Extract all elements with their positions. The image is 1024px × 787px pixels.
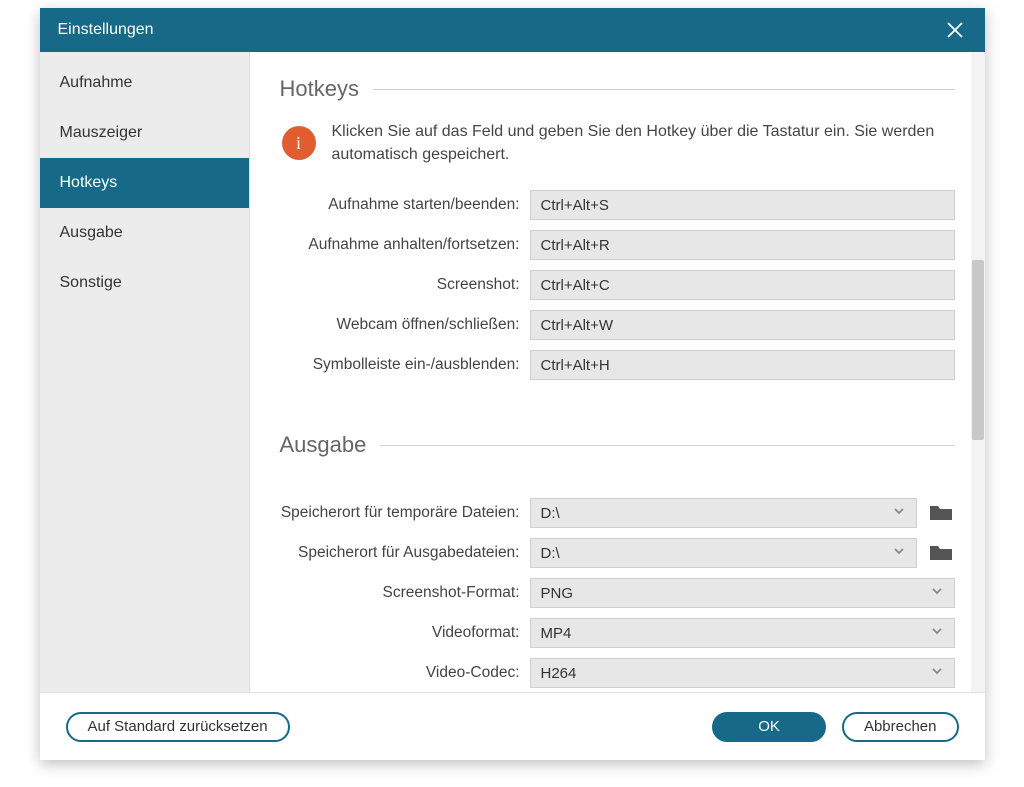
hotkey-label: Aufnahme anhalten/fortsetzen:: [280, 236, 530, 254]
section-heading: Ausgabe: [280, 432, 381, 458]
output-row: Videoformat: MP4: [280, 618, 955, 648]
output-label: Speicherort für temporäre Dateien:: [280, 504, 530, 522]
content-pane: Hotkeys i Klicken Sie auf das Feld und g…: [250, 52, 985, 692]
sidebar-item-hotkeys[interactable]: Hotkeys: [40, 158, 249, 208]
output-label: Video-Codec:: [280, 664, 530, 682]
browse-output-folder-button[interactable]: [927, 541, 955, 565]
section-title-ausgabe: Ausgabe: [280, 432, 955, 458]
select-value: D:\: [541, 505, 560, 522]
output-row: Speicherort für Ausgabedateien: D:\: [280, 538, 955, 568]
output-label: Screenshot-Format:: [280, 584, 530, 602]
hotkey-label: Screenshot:: [280, 276, 530, 294]
close-button[interactable]: [943, 18, 967, 42]
scrollbar-thumb[interactable]: [972, 260, 984, 440]
info-icon: i: [282, 126, 316, 160]
folder-icon: [930, 504, 952, 522]
scrollbar-track[interactable]: [971, 52, 985, 692]
hotkey-input-start[interactable]: Ctrl+Alt+S: [530, 190, 955, 220]
hotkey-row: Webcam öffnen/schließen: Ctrl+Alt+W: [280, 310, 955, 340]
settings-dialog: Einstellungen Aufnahme Mauszeiger Hotkey…: [40, 8, 985, 760]
sidebar-item-sonstige[interactable]: Sonstige: [40, 258, 249, 308]
section-rule: [373, 89, 955, 90]
section-rule: [380, 445, 954, 446]
hotkey-label: Aufnahme starten/beenden:: [280, 196, 530, 214]
dialog-body: Aufnahme Mauszeiger Hotkeys Ausgabe Sons…: [40, 52, 985, 692]
output-row: Video-Codec: H264: [280, 658, 955, 688]
output-row: Screenshot-Format: PNG: [280, 578, 955, 608]
footer: Auf Standard zurücksetzen OK Abbrechen: [40, 692, 985, 760]
hotkey-input-pause[interactable]: Ctrl+Alt+R: [530, 230, 955, 260]
chevron-down-icon: [930, 624, 944, 642]
select-value: D:\: [541, 545, 560, 562]
output-label: Speicherort für Ausgabedateien:: [280, 544, 530, 562]
select-value: H264: [541, 665, 577, 682]
video-codec-select[interactable]: H264: [530, 658, 955, 688]
output-row: Speicherort für temporäre Dateien: D:\: [280, 498, 955, 528]
sidebar-item-mauszeiger[interactable]: Mauszeiger: [40, 108, 249, 158]
section-heading: Hotkeys: [280, 76, 373, 102]
titlebar: Einstellungen: [40, 8, 985, 52]
hotkey-row: Aufnahme anhalten/fortsetzen: Ctrl+Alt+R: [280, 230, 955, 260]
output-label: Videoformat:: [280, 624, 530, 642]
select-value: MP4: [541, 625, 572, 642]
hotkey-input-toolbar[interactable]: Ctrl+Alt+H: [530, 350, 955, 380]
folder-icon: [930, 544, 952, 562]
chevron-down-icon: [892, 544, 906, 562]
sidebar-item-aufnahme[interactable]: Aufnahme: [40, 58, 249, 108]
hotkey-label: Symbolleiste ein-/ausblenden:: [280, 356, 530, 374]
browse-temp-folder-button[interactable]: [927, 501, 955, 525]
hotkey-row: Symbolleiste ein-/ausblenden: Ctrl+Alt+H: [280, 350, 955, 380]
dialog-title: Einstellungen: [58, 21, 154, 39]
video-format-select[interactable]: MP4: [530, 618, 955, 648]
info-text: Klicken Sie auf das Feld und geben Sie d…: [332, 120, 955, 166]
info-row: i Klicken Sie auf das Feld und geben Sie…: [280, 120, 955, 166]
close-icon: [946, 21, 964, 39]
chevron-down-icon: [930, 584, 944, 602]
hotkey-row: Screenshot: Ctrl+Alt+C: [280, 270, 955, 300]
select-value: PNG: [541, 585, 574, 602]
ok-button[interactable]: OK: [712, 712, 826, 742]
sidebar-item-ausgabe[interactable]: Ausgabe: [40, 208, 249, 258]
hotkey-input-screenshot[interactable]: Ctrl+Alt+C: [530, 270, 955, 300]
chevron-down-icon: [892, 504, 906, 522]
hotkey-label: Webcam öffnen/schließen:: [280, 316, 530, 334]
screenshot-format-select[interactable]: PNG: [530, 578, 955, 608]
chevron-down-icon: [930, 664, 944, 682]
output-path-select[interactable]: D:\: [530, 538, 917, 568]
section-title-hotkeys: Hotkeys: [280, 76, 955, 102]
hotkey-input-webcam[interactable]: Ctrl+Alt+W: [530, 310, 955, 340]
cancel-button[interactable]: Abbrechen: [842, 712, 959, 742]
hotkey-row: Aufnahme starten/beenden: Ctrl+Alt+S: [280, 190, 955, 220]
sidebar: Aufnahme Mauszeiger Hotkeys Ausgabe Sons…: [40, 52, 250, 692]
reset-defaults-button[interactable]: Auf Standard zurücksetzen: [66, 712, 290, 742]
temp-path-select[interactable]: D:\: [530, 498, 917, 528]
